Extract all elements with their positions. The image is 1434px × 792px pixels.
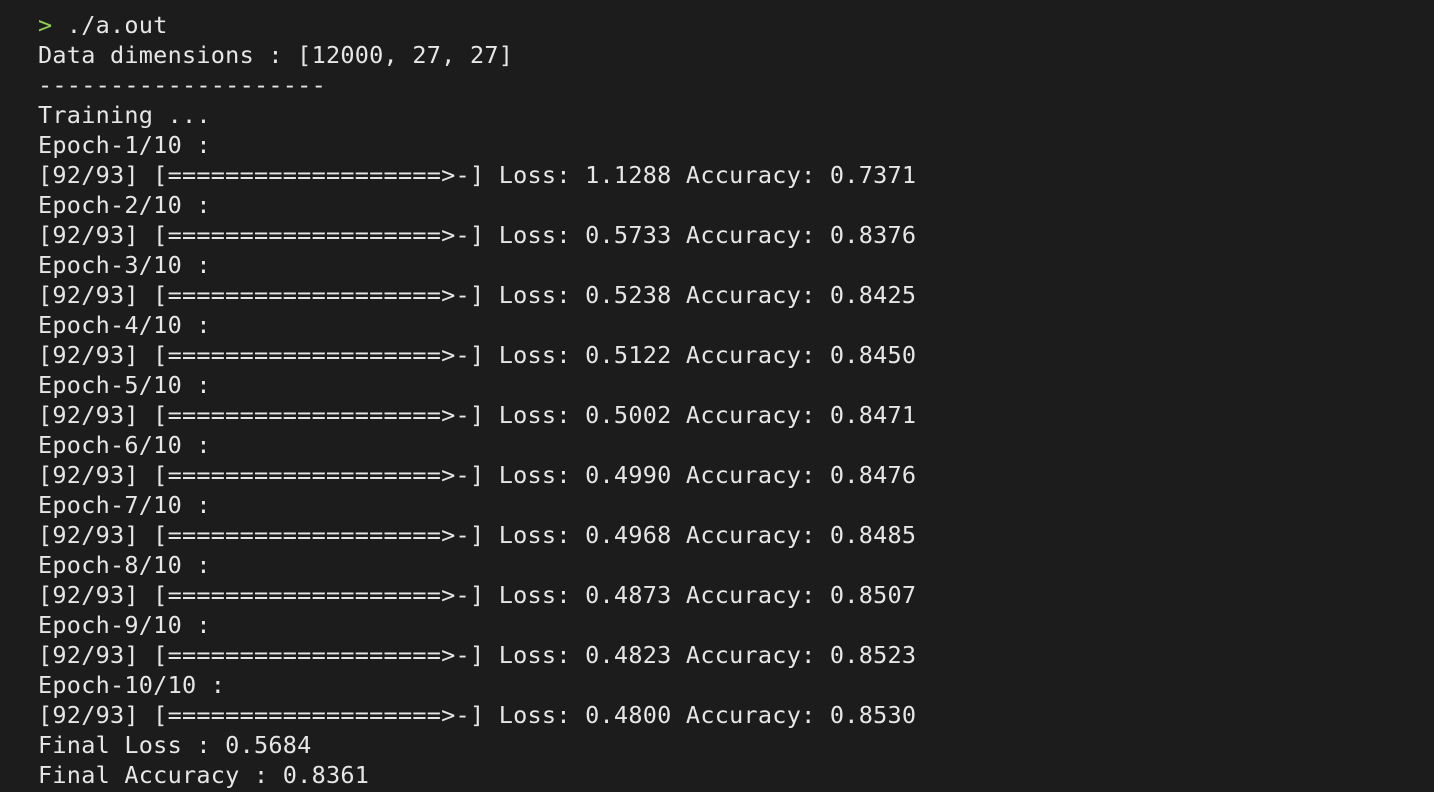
final-loss-line: Final Loss : 0.5684: [38, 731, 312, 759]
terminal-output[interactable]: > ./a.out Data dimensions : [12000, 27, …: [0, 0, 1434, 792]
epoch-header: Epoch-10/10 :: [38, 671, 226, 699]
epoch-progress: [92/93] [===================>-] Loss: 1.…: [38, 161, 917, 189]
data-dimensions-line: Data dimensions : [12000, 27, 27]: [38, 41, 514, 69]
epoch-progress: [92/93] [===================>-] Loss: 0.…: [38, 401, 917, 429]
epoch-progress: [92/93] [===================>-] Loss: 0.…: [38, 701, 917, 729]
epoch-progress: [92/93] [===================>-] Loss: 0.…: [38, 281, 917, 309]
epoch-progress: [92/93] [===================>-] Loss: 0.…: [38, 581, 917, 609]
epoch-header: Epoch-7/10 :: [38, 491, 211, 519]
epoch-header: Epoch-5/10 :: [38, 371, 211, 399]
epoch-header: Epoch-1/10 :: [38, 131, 211, 159]
prompt-line: > ./a.out: [38, 10, 1434, 40]
epoch-progress: [92/93] [===================>-] Loss: 0.…: [38, 221, 917, 249]
epoch-header: Epoch-3/10 :: [38, 251, 211, 279]
epoch-progress: [92/93] [===================>-] Loss: 0.…: [38, 461, 917, 489]
epoch-progress: [92/93] [===================>-] Loss: 0.…: [38, 521, 917, 549]
prompt-symbol: >: [38, 11, 53, 39]
final-accuracy-line: Final Accuracy : 0.8361: [38, 761, 370, 789]
epoch-progress: [92/93] [===================>-] Loss: 0.…: [38, 641, 917, 669]
epoch-header: Epoch-6/10 :: [38, 431, 211, 459]
training-line: Training ...: [38, 101, 211, 129]
epoch-progress: [92/93] [===================>-] Loss: 0.…: [38, 341, 917, 369]
epoch-header: Epoch-8/10 :: [38, 551, 211, 579]
separator-line: --------------------: [38, 71, 326, 99]
epoch-header: Epoch-4/10 :: [38, 311, 211, 339]
command-text: ./a.out: [66, 11, 168, 39]
epoch-header: Epoch-2/10 :: [38, 191, 211, 219]
epoch-header: Epoch-9/10 :: [38, 611, 211, 639]
